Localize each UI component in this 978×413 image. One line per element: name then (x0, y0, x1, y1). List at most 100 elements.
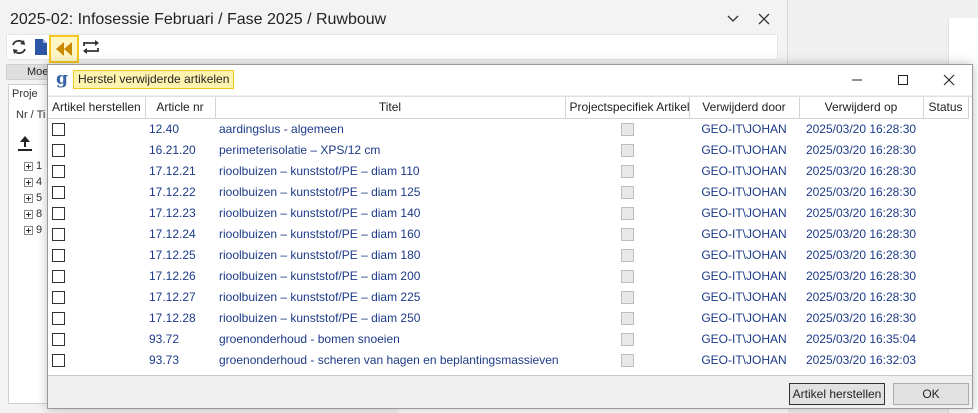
close-icon[interactable] (756, 11, 772, 27)
title-cell: rioolbuizen – kunststof/PE – diam 180 (219, 247, 421, 262)
tree-item[interactable]: 9 (24, 224, 42, 238)
project-panel-label: Proje (12, 88, 38, 100)
column-header-article-nr[interactable]: Article nr (145, 97, 216, 119)
maximize-button[interactable] (880, 65, 926, 95)
project-specific-cell (565, 223, 689, 244)
upload-icon[interactable] (16, 134, 36, 152)
restore-checkbox[interactable] (52, 227, 65, 241)
status-cell (923, 286, 968, 307)
deleted-by-cell: GEO-IT\JOHAN (701, 163, 787, 178)
restore-cell (48, 223, 145, 244)
column-header-project-specific[interactable]: Projectspecifiek Artikel (565, 97, 690, 119)
restore-checkbox[interactable] (52, 269, 65, 283)
table-row[interactable]: 93.73 groenonderhoud - scheren van hagen … (48, 349, 968, 370)
ok-button[interactable]: OK (893, 383, 969, 405)
restore-cell (48, 160, 145, 181)
status-cell (923, 265, 968, 286)
deleted-by-cell: GEO-IT\JOHAN (701, 226, 787, 241)
status-cell (923, 139, 968, 160)
deleted-by-cell: GEO-IT\JOHAN (701, 121, 787, 136)
deleted-by-cell: GEO-IT\JOHAN (701, 331, 787, 346)
project-specific-cell (565, 328, 689, 349)
table-row[interactable]: 17.12.25 rioolbuizen – kunststof/PE – dia… (48, 244, 968, 265)
deleted-on-cell: 2025/03/20 16:28:30 (805, 163, 917, 178)
restore-checkbox[interactable] (52, 185, 65, 199)
column-header-title[interactable]: Titel (215, 97, 566, 119)
deleted-on-cell: 2025/03/20 16:32:03 (805, 352, 917, 367)
deleted-by-cell: GEO-IT\JOHAN (701, 310, 787, 325)
restore-checkbox[interactable] (52, 290, 65, 304)
title-cell: rioolbuizen – kunststof/PE – diam 140 (219, 205, 421, 220)
expand-icon[interactable] (24, 225, 33, 235)
project-specific-checkbox (620, 122, 634, 136)
table-row[interactable]: 17.12.28 rioolbuizen – kunststof/PE – dia… (48, 307, 968, 328)
restore-checkbox[interactable] (52, 248, 65, 262)
tree-item[interactable]: 8 (24, 208, 42, 222)
column-header-status[interactable]: Status (923, 97, 969, 119)
minimize-button[interactable] (834, 65, 880, 95)
deleted-by-cell: GEO-IT\JOHAN (701, 247, 787, 262)
restore-checkbox[interactable] (52, 206, 65, 220)
restore-checkbox[interactable] (52, 122, 65, 136)
project-specific-checkbox (620, 164, 634, 178)
table-row[interactable]: 16.21.20 perimeterisolatie – XPS/12 cm GEO… (48, 139, 968, 160)
title-cell: rioolbuizen – kunststof/PE – diam 225 (219, 289, 421, 304)
restore-cell (48, 307, 145, 328)
title-cell: rioolbuizen – kunststof/PE – diam 110 (219, 163, 420, 178)
expand-icon[interactable] (24, 177, 33, 187)
expand-icon[interactable] (24, 193, 33, 203)
table-row[interactable]: 17.12.26 rioolbuizen – kunststof/PE – dia… (48, 265, 968, 286)
status-cell (923, 349, 968, 370)
table-row[interactable]: 12.40 aardingslus - algemeen GEO-IT\JOHAN 2… (48, 118, 968, 139)
g-logo-icon: g (56, 69, 68, 89)
table-row[interactable]: 17.12.21 rioolbuizen – kunststof/PE – dia… (48, 160, 968, 181)
title-cell: rioolbuizen – kunststof/PE – diam 160 (219, 226, 421, 241)
column-header-deleted-by[interactable]: Verwijderd door (689, 97, 800, 119)
restore-checkbox[interactable] (52, 143, 65, 157)
column-header-restore[interactable]: Artikel herstellen (48, 97, 146, 119)
restore-cell (48, 139, 145, 160)
tree-item[interactable]: 5 (24, 192, 42, 206)
project-specific-checkbox (620, 227, 634, 241)
table-row[interactable]: 93.72 groenonderhoud - bomen snoeien GEO-I… (48, 328, 968, 349)
chevron-down-icon[interactable] (725, 11, 741, 27)
table-row[interactable]: 17.12.27 rioolbuizen – kunststof/PE – dia… (48, 286, 968, 307)
project-specific-checkbox (620, 353, 634, 367)
restore-article-button[interactable]: Artikel herstellen (789, 383, 885, 405)
deleted-by-cell: GEO-IT\JOHAN (701, 289, 787, 304)
status-cell (923, 307, 968, 328)
project-specific-checkbox (620, 311, 634, 325)
article-nr-cell: 17.12.21 (149, 163, 196, 178)
project-specific-cell (565, 139, 689, 160)
project-specific-checkbox (620, 143, 634, 157)
restore-checkbox[interactable] (52, 353, 65, 367)
title-cell: rioolbuizen – kunststof/PE – diam 200 (219, 268, 421, 283)
deleted-on-cell: 2025/03/20 16:35:04 (805, 331, 917, 346)
restore-cell (48, 118, 145, 139)
restore-checkbox[interactable] (52, 332, 65, 346)
title-cell: groenonderhoud - bomen snoeien (219, 331, 400, 346)
column-header-deleted-on[interactable]: Verwijderd op (799, 97, 924, 119)
deleted-by-cell: GEO-IT\JOHAN (701, 268, 787, 283)
restore-deleted-icon[interactable] (49, 35, 79, 63)
status-cell (923, 118, 968, 139)
restore-checkbox[interactable] (52, 164, 65, 178)
status-cell (923, 244, 968, 265)
deleted-by-cell: GEO-IT\JOHAN (701, 205, 787, 220)
table-row[interactable]: 17.12.22 rioolbuizen – kunststof/PE – dia… (48, 181, 968, 202)
project-specific-cell (565, 181, 689, 202)
expand-icon[interactable] (24, 161, 33, 171)
table-row[interactable]: 17.12.23 rioolbuizen – kunststof/PE – dia… (48, 202, 968, 223)
expand-icon[interactable] (24, 209, 33, 219)
table-row[interactable]: 17.12.24 rioolbuizen – kunststof/PE – dia… (48, 223, 968, 244)
tree-item[interactable]: 1 (24, 160, 42, 174)
close-button[interactable] (926, 65, 972, 95)
restore-checkbox[interactable] (52, 311, 65, 325)
tree-item[interactable]: 4 (24, 176, 42, 190)
deleted-by-cell: GEO-IT\JOHAN (701, 142, 787, 157)
title-cell: perimeterisolatie – XPS/12 cm (219, 142, 381, 157)
refresh-icon[interactable] (9, 37, 31, 59)
project-specific-checkbox (620, 248, 634, 262)
title-cell: aardingslus - algemeen (219, 121, 344, 136)
repeat-icon[interactable] (81, 37, 103, 59)
